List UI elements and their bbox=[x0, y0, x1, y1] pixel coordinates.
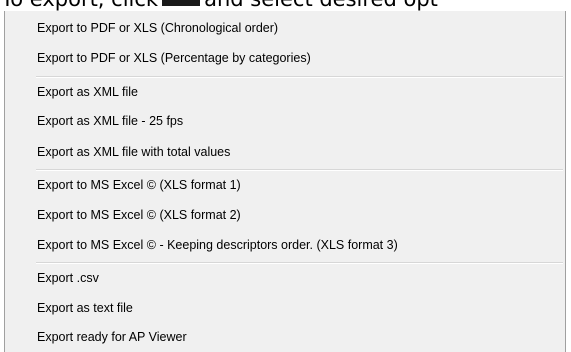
menu-item-export-pdf-xls-chronological[interactable]: Export to PDF or XLS (Chronological orde… bbox=[37, 15, 278, 41]
menu-separator bbox=[36, 76, 563, 78]
instruction-text: To export, click and select desired opt bbox=[1, 0, 438, 11]
menu-item-export-pdf-xls-percentage[interactable]: Export to PDF or XLS (Percentage by cate… bbox=[37, 45, 311, 71]
menu-item-export-excel-format-1[interactable]: Export to MS Excel © (XLS format 1) bbox=[37, 172, 241, 198]
menu-item-export-excel-format-2[interactable]: Export to MS Excel © (XLS format 2) bbox=[37, 202, 241, 228]
menu-separator bbox=[36, 169, 563, 171]
menu-item-export-text-file[interactable]: Export as text file bbox=[37, 295, 133, 321]
menu-item-export-excel-format-3[interactable]: Export to MS Excel © - Keeping descripto… bbox=[37, 232, 398, 258]
menu-item-export-xml-total-values[interactable]: Export as XML file with total values bbox=[37, 139, 230, 165]
page: To export, click and select desired opt E… bbox=[0, 0, 571, 352]
menu-separator bbox=[36, 262, 563, 264]
instruction-suffix: and select desired opt bbox=[204, 0, 438, 11]
menu-item-export-ap-viewer[interactable]: Export ready for AP Viewer bbox=[37, 324, 187, 350]
menu-item-export-xml[interactable]: Export as XML file bbox=[37, 79, 138, 105]
instruction-prefix: To export, click bbox=[1, 0, 158, 11]
export-button-icon bbox=[162, 0, 201, 6]
menu-item-export-csv[interactable]: Export .csv bbox=[37, 265, 99, 291]
export-context-menu: Export to PDF or XLS (Chronological orde… bbox=[4, 11, 566, 352]
menu-icon-gutter bbox=[5, 11, 33, 352]
menu-item-export-xml-25fps[interactable]: Export as XML file - 25 fps bbox=[37, 108, 183, 134]
